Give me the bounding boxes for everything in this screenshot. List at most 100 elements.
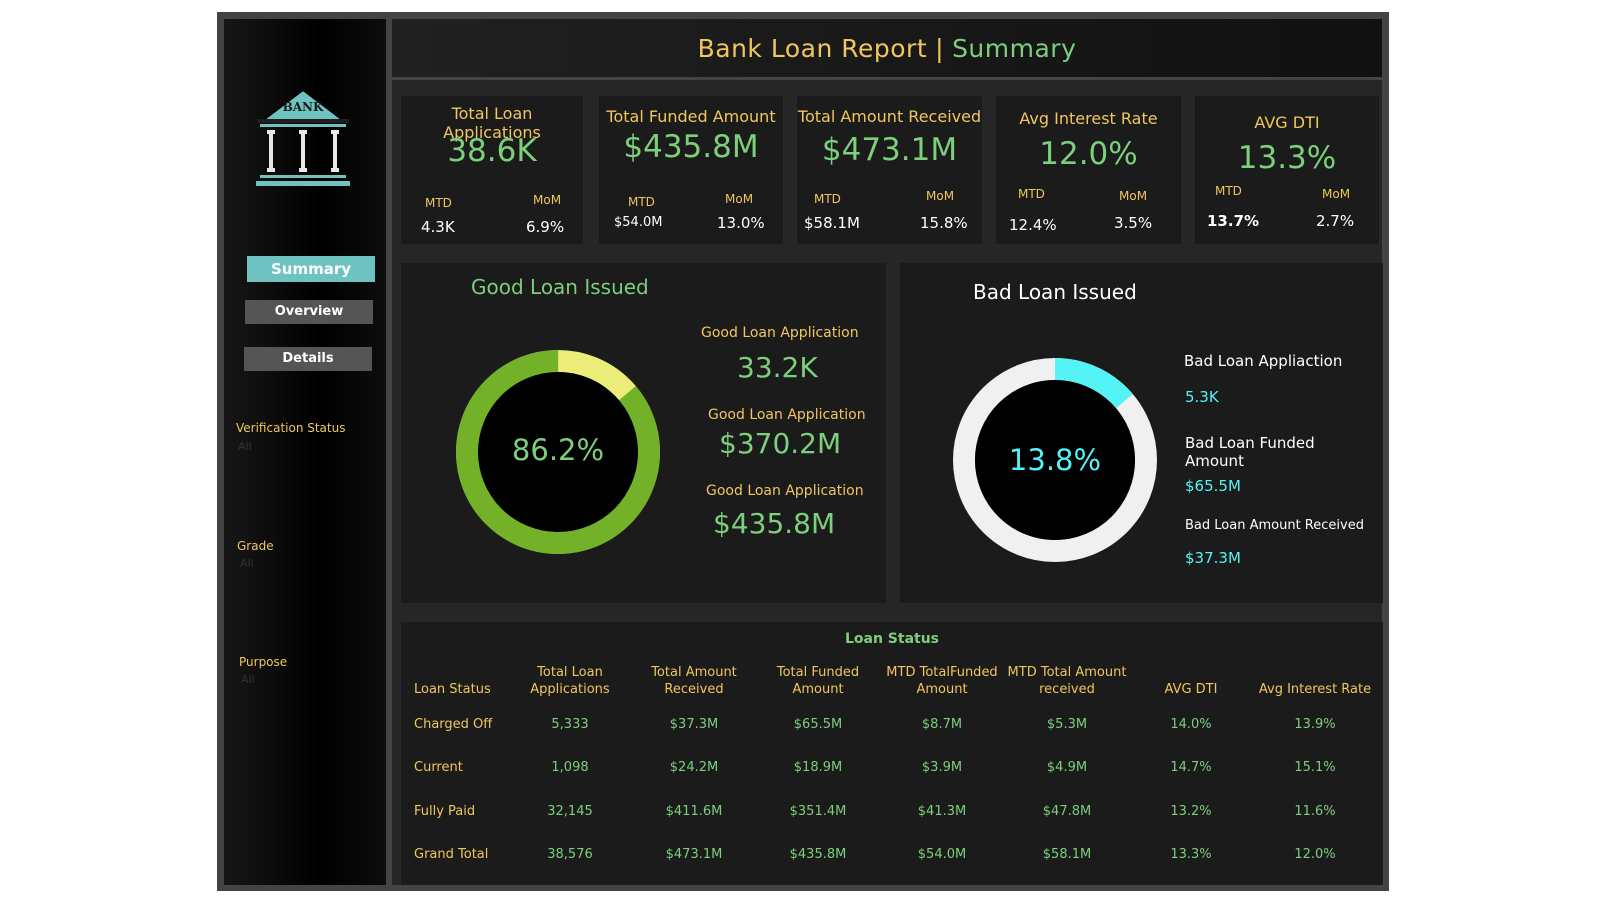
kpi-card-avg-interest-rate: Avg Interest Rate 12.0% MTD MoM 12.4% 3.… bbox=[996, 96, 1181, 244]
filter-verification-status-label: Verification Status bbox=[236, 421, 346, 435]
kpi-mtd-value: 4.3K bbox=[421, 218, 455, 236]
bad-loan-metric-value-1: 5.3K bbox=[1185, 388, 1219, 406]
filter-purpose-dropdown[interactable]: All bbox=[241, 673, 255, 686]
table-header-cell: Total Funded Amount bbox=[776, 665, 860, 697]
kpi-mtd-value: $54.0M bbox=[614, 215, 663, 230]
kpi-mom-label: MoM bbox=[926, 189, 955, 203]
bad-loan-metric-label-1: Bad Loan Appliaction bbox=[1184, 352, 1343, 370]
kpi-mtd-label: MTD bbox=[814, 192, 841, 206]
table-cell: $65.5M bbox=[793, 717, 843, 732]
filter-purpose-label: Purpose bbox=[239, 655, 288, 669]
filter-grade-label: Grade bbox=[237, 539, 274, 553]
loan-status-title: Loan Status bbox=[844, 631, 940, 647]
table-cell: 12.0% bbox=[1294, 847, 1336, 862]
kpi-mom-label: MoM bbox=[1322, 187, 1351, 201]
table-cell: 14.0% bbox=[1170, 717, 1212, 732]
nav-overview-button[interactable]: Overview bbox=[245, 300, 373, 324]
good-loan-card: Good Loan Issued 86.2% Good Loan Applica… bbox=[401, 263, 886, 603]
good-loan-metric-value-1: 33.2K bbox=[737, 351, 818, 384]
nav-summary-button[interactable]: Summary bbox=[247, 256, 375, 282]
kpi-mom-value: 3.5% bbox=[1114, 214, 1153, 232]
bad-loan-title: Bad Loan Issued bbox=[973, 280, 1137, 304]
table-cell: 13.2% bbox=[1170, 804, 1212, 819]
kpi-value: 13.3% bbox=[1237, 140, 1337, 176]
kpi-mom-value: 13.0% bbox=[717, 214, 765, 232]
table-cell: $4.9M bbox=[1046, 760, 1088, 775]
good-loan-metric-value-2: $370.2M bbox=[719, 427, 842, 460]
bad-loan-metric-value-2: $65.5M bbox=[1185, 477, 1241, 495]
bad-loan-metric-value-3: $37.3M bbox=[1185, 549, 1241, 567]
kpi-mom-label: MoM bbox=[725, 192, 754, 206]
table-cell: $54.0M bbox=[917, 847, 967, 862]
kpi-label: AVG DTI bbox=[1254, 113, 1320, 132]
table-row-label: Grand Total bbox=[414, 847, 489, 862]
kpi-card-total-loan-applications: Total Loan Applications 38.6K MTD MoM 4.… bbox=[401, 96, 583, 244]
table-cell: 14.7% bbox=[1170, 760, 1212, 775]
table-cell: 32,145 bbox=[547, 804, 593, 819]
filter-grade-dropdown[interactable]: All bbox=[240, 557, 254, 570]
table-cell: 1,098 bbox=[551, 760, 589, 775]
table-cell: $5.3M bbox=[1046, 717, 1088, 732]
kpi-card-total-funded-amount: Total Funded Amount $435.8M MTD MoM $54.… bbox=[599, 96, 783, 244]
table-header-cell: Total Loan Applications bbox=[530, 665, 610, 697]
table-cell: 5,333 bbox=[551, 717, 589, 732]
table-cell: 15.1% bbox=[1294, 760, 1336, 775]
bank-logo: BANK bbox=[254, 88, 352, 192]
kpi-mtd-label: MTD bbox=[425, 196, 452, 210]
kpi-value: 12.0% bbox=[1039, 136, 1138, 172]
kpi-label: Total Amount Received bbox=[797, 107, 982, 126]
table-cell: $58.1M bbox=[1042, 847, 1092, 862]
table-cell: 13.9% bbox=[1294, 717, 1336, 732]
table-header-cell: Total Amount Received bbox=[651, 665, 737, 697]
table-cell: 38,576 bbox=[547, 847, 593, 862]
kpi-value: 38.6K bbox=[447, 133, 537, 169]
table-header-cell: MTD TotalFunded Amount bbox=[886, 665, 998, 697]
kpi-mom-value: 15.8% bbox=[920, 214, 968, 232]
table-cell: $473.1M bbox=[665, 847, 723, 862]
table-row-label: Fully Paid bbox=[414, 804, 476, 819]
kpi-card-avg-dti: AVG DTI 13.3% MTD MoM 13.7% 2.7% bbox=[1195, 96, 1379, 244]
filter-verification-status-dropdown[interactable]: All bbox=[238, 440, 252, 453]
kpi-mtd-value: $58.1M bbox=[804, 214, 860, 232]
loan-status-card: Loan Status Loan Status Total Loan Applic… bbox=[401, 622, 1383, 885]
good-loan-metric-label-3: Good Loan Application bbox=[706, 483, 864, 499]
good-loan-title: Good Loan Issued bbox=[471, 275, 649, 299]
page-subtitle: Summary bbox=[952, 33, 1077, 63]
table-cell: $37.3M bbox=[669, 717, 719, 732]
table-cell: $3.9M bbox=[921, 760, 963, 775]
good-loan-percent: 86.2% bbox=[511, 433, 605, 467]
table-cell: $18.9M bbox=[793, 760, 843, 775]
kpi-mtd-value: 13.7% bbox=[1207, 212, 1260, 230]
table-cell: $351.4M bbox=[789, 804, 847, 819]
kpi-value: $473.1M bbox=[821, 132, 958, 168]
bad-loan-metric-label-3: Bad Loan Amount Received bbox=[1185, 518, 1364, 533]
kpi-mom-label: MoM bbox=[533, 193, 562, 207]
table-cell: $47.8M bbox=[1042, 804, 1092, 819]
table-header-cell: Avg Interest Rate bbox=[1258, 682, 1372, 697]
bad-loan-metric-label-2: Bad Loan Funded Amount bbox=[1185, 434, 1315, 470]
kpi-value: $435.8M bbox=[623, 129, 759, 165]
kpi-mom-value: 2.7% bbox=[1316, 212, 1355, 230]
title-separator: | bbox=[935, 33, 945, 63]
table-cell: $8.7M bbox=[921, 717, 963, 732]
kpi-mtd-label: MTD bbox=[1215, 184, 1242, 198]
table-row-label: Current bbox=[414, 760, 463, 775]
nav-details-button[interactable]: Details bbox=[244, 347, 372, 371]
bad-loan-card: Bad Loan Issued 13.8% Bad Loan Appliacti… bbox=[900, 263, 1383, 603]
kpi-label: Avg Interest Rate bbox=[1019, 109, 1158, 128]
page-header: Bank Loan Report | Summary bbox=[392, 19, 1382, 77]
kpi-mtd-label: MTD bbox=[1018, 187, 1045, 201]
table-cell: 13.3% bbox=[1170, 847, 1212, 862]
table-cell: 11.6% bbox=[1294, 804, 1336, 819]
table-cell: $24.2M bbox=[669, 760, 719, 775]
table-cell: $411.6M bbox=[665, 804, 723, 819]
good-loan-metric-label-1: Good Loan Application bbox=[701, 325, 859, 341]
kpi-mom-value: 6.9% bbox=[526, 218, 565, 236]
good-loan-metric-label-2: Good Loan Application bbox=[708, 407, 866, 423]
table-header-cell: MTD Total Amount received bbox=[1007, 665, 1127, 697]
kpi-mtd-label: MTD bbox=[628, 195, 655, 209]
page-title: Bank Loan Report bbox=[697, 33, 928, 63]
kpi-label: Total Funded Amount bbox=[606, 107, 776, 126]
kpi-card-total-amount-received: Total Amount Received $473.1M MTD MoM $5… bbox=[797, 96, 982, 244]
table-cell: $435.8M bbox=[789, 847, 847, 862]
